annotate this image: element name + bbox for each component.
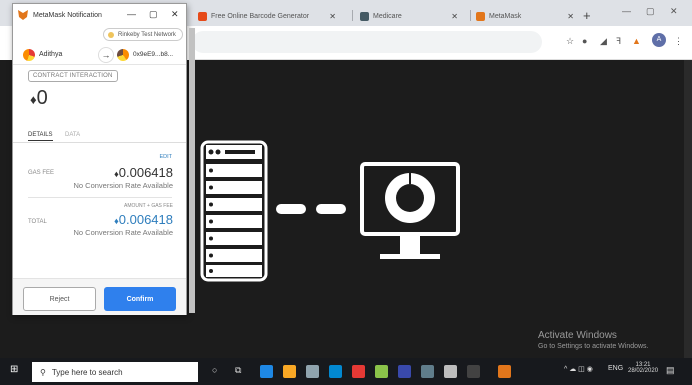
- tray-icons[interactable]: ^ ☁ ◫ ◉: [564, 365, 593, 373]
- metamask-taskbar-icon[interactable]: [498, 365, 511, 378]
- tab-label: MetaMask: [489, 12, 522, 20]
- gas-fee-amount: 0.006418: [118, 165, 173, 180]
- file-explorer-icon[interactable]: [283, 365, 296, 378]
- tab-barcode[interactable]: Free Online Barcode Generator ✕: [192, 6, 342, 26]
- connector-dash: [276, 204, 306, 214]
- tab-data[interactable]: DATA: [65, 132, 80, 138]
- ethereum-icon: ♦: [30, 92, 37, 107]
- metamask-favicon-icon: [476, 11, 485, 21]
- close-icon[interactable]: ✕: [451, 12, 458, 21]
- search-placeholder: Type here to search: [51, 367, 123, 377]
- notification-icon[interactable]: ▤: [666, 365, 675, 376]
- maximize-icon[interactable]: ▢: [149, 9, 158, 20]
- metamask-fox-icon: [18, 10, 28, 20]
- metamask-notification-window: MetaMask Notification — ▢ ✕ Rinkeby Test…: [12, 3, 195, 315]
- amount-value: 0: [36, 87, 48, 109]
- transaction-amount: ♦0: [30, 87, 48, 110]
- task-view-icon[interactable]: ⧉: [235, 365, 241, 376]
- chrome-icon[interactable]: [352, 365, 365, 378]
- action-footer: Reject Confirm: [13, 278, 186, 315]
- server-monitor-illustration: [200, 140, 460, 282]
- minimize-icon[interactable]: —: [622, 6, 631, 16]
- barcode-favicon-icon: [198, 11, 207, 21]
- tab-divider: [352, 10, 353, 21]
- star-icon[interactable]: ☆: [566, 36, 574, 47]
- total-value: ♦0.006418: [114, 212, 173, 227]
- search-icon: ⚲: [40, 367, 46, 377]
- gas-fee-label: GAS FEE: [28, 170, 55, 176]
- windows-start-icon[interactable]: ⊞: [10, 364, 18, 375]
- plus-icon[interactable]: +: [583, 8, 591, 23]
- close-icon[interactable]: ✕: [171, 9, 179, 20]
- cortana-icon[interactable]: ○: [212, 365, 217, 375]
- language-indicator[interactable]: ENG: [608, 365, 623, 372]
- account-row: Adithya → 0x9eE9...b8...: [13, 45, 186, 65]
- scrollbar[interactable]: [189, 28, 195, 313]
- scrollbar[interactable]: [684, 60, 692, 358]
- taskbar-search-input[interactable]: ⚲ Type here to search: [32, 362, 198, 382]
- to-account-avatar: [117, 49, 129, 61]
- menu-icon[interactable]: ⋮: [674, 36, 683, 47]
- avatar[interactable]: A: [652, 33, 666, 47]
- tab-metamask[interactable]: MetaMask ✕: [470, 6, 580, 26]
- total-conversion: No Conversion Rate Available: [73, 228, 173, 237]
- from-account-name: Adithya: [39, 51, 63, 58]
- gas-fee-conversion: No Conversion Rate Available: [73, 181, 173, 190]
- clock[interactable]: 13:21 28/02/2020: [628, 362, 658, 374]
- mail-icon[interactable]: [329, 365, 342, 378]
- edge-icon[interactable]: [260, 365, 273, 378]
- confirm-button[interactable]: Confirm: [104, 287, 176, 311]
- edit-gas-link[interactable]: EDIT: [159, 154, 172, 160]
- activate-windows-watermark: Activate Windows Go to Settings to activ…: [538, 330, 649, 350]
- tab-details[interactable]: DETAILS: [28, 132, 53, 141]
- tab-medicare[interactable]: Medicare ✕: [354, 6, 464, 26]
- divider: [28, 197, 172, 198]
- close-icon[interactable]: ✕: [670, 6, 678, 17]
- app-icon[interactable]: [467, 365, 480, 378]
- store-icon[interactable]: [306, 365, 319, 378]
- arrow-right-icon: →: [98, 47, 114, 63]
- amount-gas-label: AMOUNT + GAS FEE: [124, 203, 173, 209]
- translate-icon[interactable]: ꟻ: [616, 36, 621, 47]
- close-icon[interactable]: ✕: [329, 12, 336, 21]
- contract-interaction-badge: CONTRACT INTERACTION: [28, 70, 118, 82]
- window-titlebar: MetaMask Notification — ▢ ✕: [13, 4, 186, 26]
- maximize-icon[interactable]: ▢: [646, 6, 655, 17]
- app-icon[interactable]: [421, 365, 434, 378]
- extension-icon[interactable]: ●: [582, 36, 587, 46]
- tab-label: Free Online Barcode Generator: [211, 12, 310, 20]
- minimize-icon[interactable]: —: [127, 9, 136, 19]
- total-amount: 0.006418: [118, 212, 173, 227]
- browser-toolbar: ☆ ● ◢ ꟻ ▲ A ⋮: [190, 26, 692, 60]
- gas-fee-value: ♦0.006418: [114, 165, 173, 180]
- screen: Free Online Barcode Generator ✕ Medicare…: [0, 0, 692, 385]
- connector-dash: [316, 204, 346, 214]
- network-selector[interactable]: Rinkeby Test Network: [103, 28, 183, 41]
- address-bar[interactable]: [192, 31, 542, 53]
- windows-taskbar: ⊞ ⚲ Type here to search ○ ⧉ ^ ☁ ◫ ◉ ENG …: [0, 358, 692, 385]
- close-icon[interactable]: ✕: [567, 12, 574, 21]
- monitor-icon: [360, 162, 460, 259]
- settings-icon[interactable]: [444, 365, 457, 378]
- extension-icon[interactable]: ◢: [600, 36, 607, 47]
- to-address: 0x9eE9...b8...: [133, 51, 174, 58]
- activate-title: Activate Windows: [538, 330, 617, 341]
- activate-subtitle: Go to Settings to activate Windows.: [538, 343, 649, 350]
- reject-button[interactable]: Reject: [23, 287, 96, 311]
- app-icon[interactable]: [398, 365, 411, 378]
- metamask-extension-icon[interactable]: ▲: [632, 36, 641, 46]
- window-title: MetaMask Notification: [33, 11, 102, 19]
- tab-label: Medicare: [373, 12, 402, 20]
- clock-date: 28/02/2020: [628, 368, 659, 374]
- from-account-avatar: [23, 49, 35, 61]
- medicare-favicon-icon: [360, 11, 369, 21]
- app-icon[interactable]: [375, 365, 388, 378]
- details-tabs: DETAILS DATA: [13, 129, 186, 143]
- server-icon: [200, 140, 268, 282]
- total-label: TOTAL: [28, 219, 47, 225]
